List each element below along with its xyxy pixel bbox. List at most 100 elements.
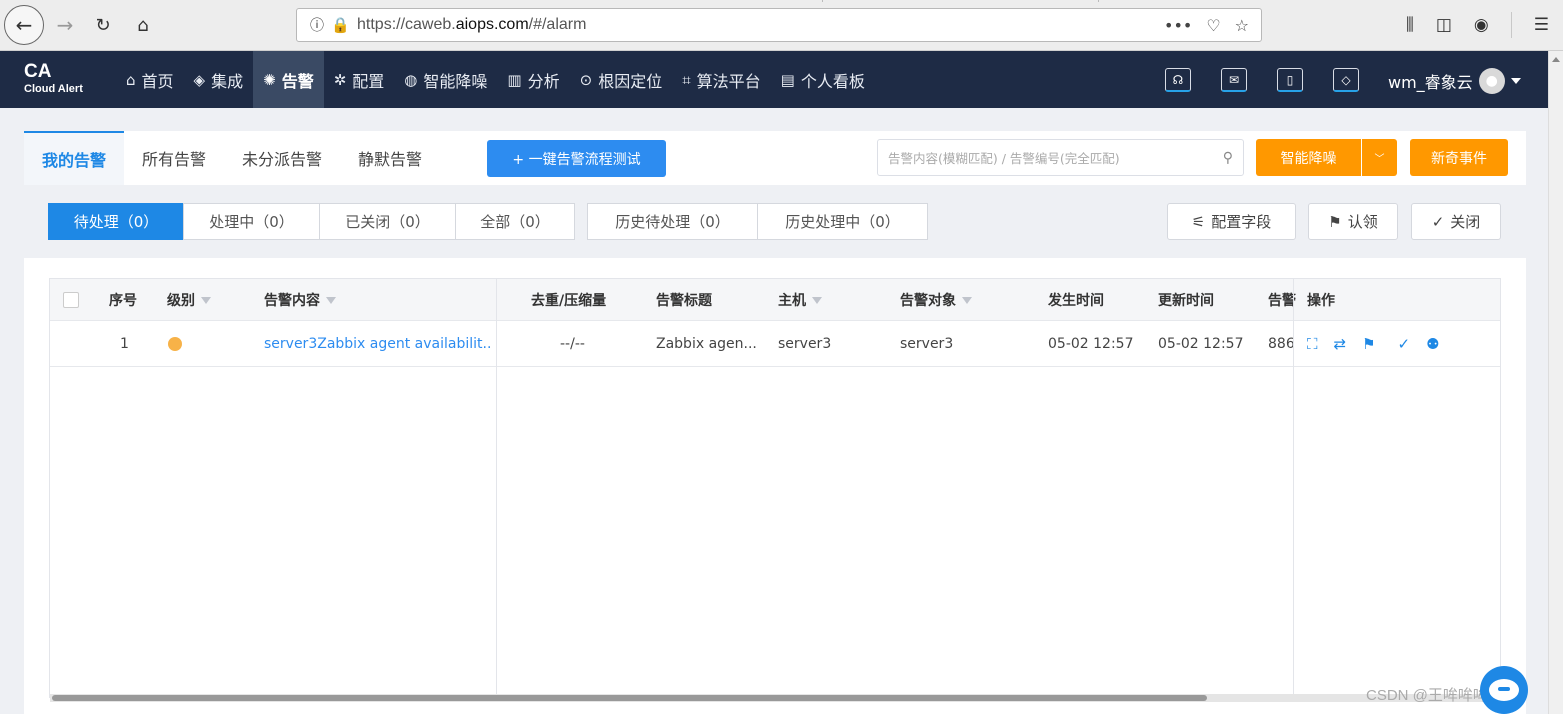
flag-icon[interactable]: ⚑ <box>1362 335 1375 353</box>
select-all-checkbox[interactable] <box>63 292 79 308</box>
menu-item-config[interactable]: ✲ 配置 <box>324 51 395 108</box>
gear-icon: ✲ <box>333 70 347 89</box>
col-ops: 操作 <box>1307 293 1335 309</box>
filter-icon[interactable] <box>962 296 972 304</box>
bookmark-star-icon[interactable]: ☆ <box>1235 16 1249 35</box>
status-tab-processing[interactable]: 处理中（0） <box>183 203 320 240</box>
home-icon: ⌂ <box>137 14 149 36</box>
col-level[interactable]: 级别 <box>167 279 211 321</box>
status-tab-pending[interactable]: 待处理（0） <box>48 203 184 240</box>
forward-button[interactable]: → <box>50 8 80 42</box>
search-input[interactable]: 告警内容(模糊匹配) / 告警编号(完全匹配) ⚲ <box>877 139 1244 176</box>
status-tab-history-processing[interactable]: 历史处理中（0） <box>757 203 928 240</box>
tab-unassigned-alarms[interactable]: 未分派告警 <box>224 131 340 185</box>
menu-item-dashboard[interactable]: ▤ 个人看板 <box>771 51 875 108</box>
chart-icon: ▥ <box>507 70 522 89</box>
browser-home-button[interactable]: ⌂ <box>128 8 158 42</box>
row-update-time: 05-02 12:57 <box>1158 336 1244 352</box>
page-actions-icon[interactable]: ••• <box>1164 16 1192 35</box>
menu-item-analysis[interactable]: ▥ 分析 <box>497 51 569 108</box>
page-scrollbar[interactable] <box>1548 51 1563 714</box>
hamburger-menu-icon[interactable]: ☰ <box>1534 15 1549 35</box>
target-icon: ⊙ <box>579 70 593 89</box>
main-menu: ⌂ 首页 ◈ 集成 ✺ 告警 ✲ 配置 ◍ 智能降噪 ▥ 分析 ⊙ 根因定位 ⌗ 算法平台 ▤ 个… <box>116 51 875 108</box>
chat-support-button[interactable] <box>1480 666 1528 714</box>
row-title: Zabbix agen... <box>656 336 757 352</box>
row-target: server3 <box>900 336 954 352</box>
test-flow-button[interactable]: + 一键告警流程测试 <box>487 140 666 177</box>
chat-icon <box>1489 679 1519 701</box>
tab-all-alarms[interactable]: 所有告警 <box>124 131 224 185</box>
sliders-icon: ⚟ <box>1191 212 1206 231</box>
table-row[interactable]: 1 server3Zabbix agent availabilit... --/… <box>50 321 1500 367</box>
menu-item-noise-reduction[interactable]: ◍ 智能降噪 <box>394 51 497 108</box>
close-button[interactable]: ✓ 关闭 <box>1411 203 1501 240</box>
assign-icon[interactable]: ⇄ <box>1334 335 1347 353</box>
pocket-icon[interactable]: ♡ <box>1206 16 1220 35</box>
extension-icon[interactable]: ◉ <box>1474 15 1489 35</box>
reload-button[interactable]: ↻ <box>88 8 118 42</box>
sidebar-icon[interactable]: ◫ <box>1436 15 1452 35</box>
back-button[interactable]: ← <box>4 5 44 45</box>
info-icon[interactable]: ⓘ <box>303 15 331 35</box>
status-tabs: 待处理（0） 处理中（0） 已关闭（0） 全部（0） 历史待处理（0） 历史处理… <box>48 203 928 240</box>
row-occur-time: 05-02 12:57 <box>1048 336 1134 352</box>
col-host[interactable]: 主机 <box>778 279 822 321</box>
row-dedupe: --/-- <box>560 336 585 352</box>
smart-noise-button[interactable]: 智能降噪 <box>1256 139 1361 176</box>
col-occur-time: 发生时间 <box>1048 293 1104 309</box>
menu-item-home[interactable]: ⌂ 首页 <box>116 51 184 108</box>
table-horizontal-scrollbar[interactable] <box>50 694 1500 702</box>
menu-item-alarm[interactable]: ✺ 告警 <box>253 51 324 108</box>
noise-icon: ◍ <box>404 70 418 89</box>
menu-item-algorithm[interactable]: ⌗ 算法平台 <box>672 51 770 108</box>
notify-icon[interactable]: ◇ <box>1333 68 1359 92</box>
layers-icon: ◈ <box>193 70 206 89</box>
escalate-icon[interactable]: ⚉ <box>1426 335 1439 353</box>
tab-silent-alarms[interactable]: 静默告警 <box>340 131 440 185</box>
claim-button[interactable]: ⚑ 认领 <box>1308 203 1398 240</box>
menu-item-root-cause[interactable]: ⊙ 根因定位 <box>570 51 673 108</box>
app-logo[interactable]: CA Cloud Alert <box>24 62 83 95</box>
menu-item-integration[interactable]: ◈ 集成 <box>184 51 254 108</box>
user-menu[interactable]: wm_睿象云 ● <box>1388 68 1521 94</box>
user-name: wm_睿象云 <box>1388 73 1473 92</box>
scrollbar-thumb[interactable] <box>52 695 1207 701</box>
row-content-link[interactable]: server3Zabbix agent availabilit... <box>264 321 490 367</box>
lock-icon: 🔒 <box>331 16 350 34</box>
filter-icon[interactable] <box>326 296 336 304</box>
flag-icon: ⚑ <box>1328 212 1342 231</box>
chevron-down-icon: ﹀ <box>1374 154 1385 165</box>
new-event-button[interactable]: 新奇事件 <box>1410 139 1508 176</box>
browser-chrome: ← → ↻ ⌂ ⓘ 🔒 https://caweb.aiops.com/#/al… <box>0 0 1563 51</box>
url-text[interactable]: https://caweb.aiops.com/#/alarm <box>357 16 586 34</box>
library-icon[interactable]: ⫼ <box>1406 15 1414 35</box>
docs-icon[interactable]: ▯ <box>1277 68 1303 92</box>
col-dedupe: 去重/压缩量 <box>531 293 607 309</box>
alarm-tabs: 我的告警 所有告警 未分派告警 静默告警 <box>24 131 440 185</box>
smart-noise-dropdown[interactable]: ﹀ <box>1362 139 1397 176</box>
app-header: CA Cloud Alert ⌂ 首页 ◈ 集成 ✺ 告警 ✲ 配置 ◍ 智能降噪 ▥ 分析… <box>0 51 1548 108</box>
search-icon[interactable]: ⚲ <box>1223 150 1233 166</box>
status-tab-all[interactable]: 全部（0） <box>455 203 575 240</box>
col-content[interactable]: 告警内容 <box>264 279 336 321</box>
status-tab-closed[interactable]: 已关闭（0） <box>319 203 456 240</box>
status-tab-history-pending[interactable]: 历史待处理（0） <box>587 203 758 240</box>
arrow-left-icon: ← <box>15 13 33 37</box>
config-fields-button[interactable]: ⚟ 配置字段 <box>1167 203 1296 240</box>
level-indicator <box>168 337 182 351</box>
col-update-time: 更新时间 <box>1158 293 1214 309</box>
detail-icon[interactable]: ⛶ <box>1307 335 1318 353</box>
support-icon[interactable]: ☊ <box>1165 68 1191 92</box>
url-bar[interactable]: ⓘ 🔒 https://caweb.aiops.com/#/alarm ••• … <box>296 8 1262 42</box>
filter-icon[interactable] <box>201 296 211 304</box>
message-icon[interactable]: ✉ <box>1221 68 1247 92</box>
scroll-up-icon[interactable] <box>1552 57 1560 62</box>
col-alarm-id: 告警 <box>1268 293 1296 309</box>
check-icon: ✓ <box>1431 212 1445 231</box>
arrow-right-icon: → <box>56 13 74 37</box>
filter-icon[interactable] <box>812 296 822 304</box>
col-target[interactable]: 告警对象 <box>900 279 972 321</box>
tab-my-alarms[interactable]: 我的告警 <box>24 131 125 185</box>
check-icon[interactable]: ✓ <box>1398 335 1411 353</box>
